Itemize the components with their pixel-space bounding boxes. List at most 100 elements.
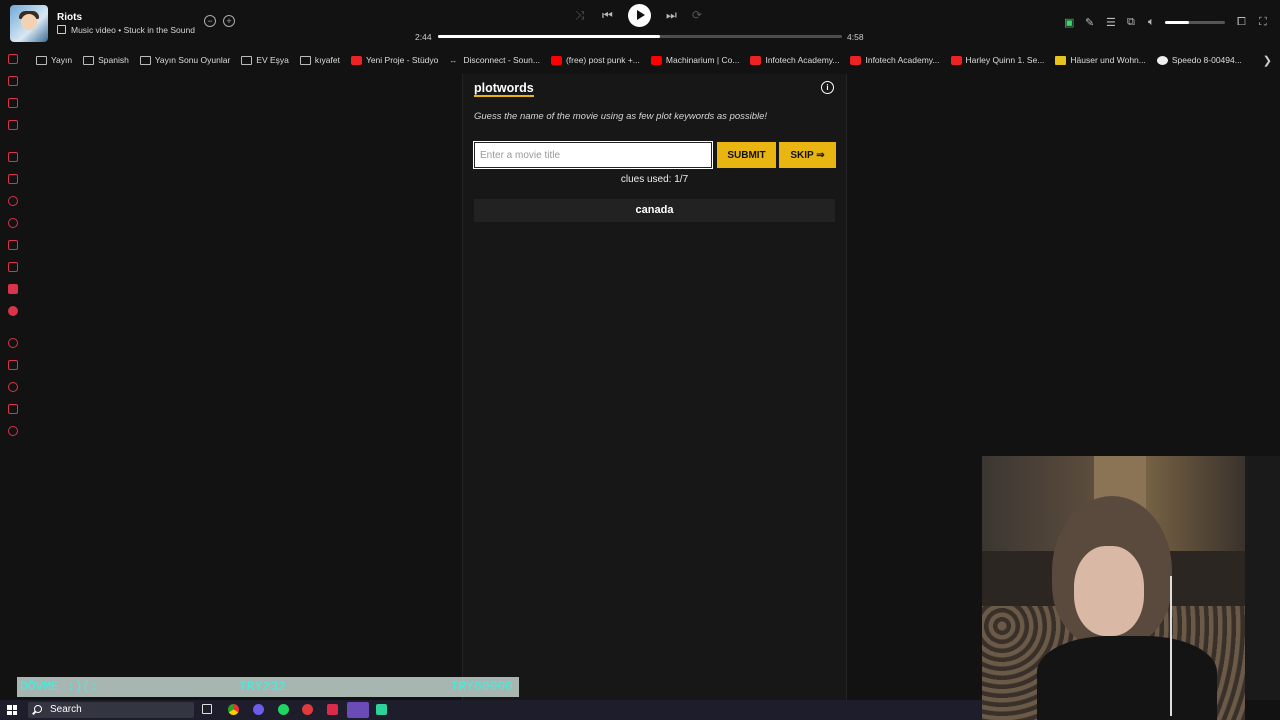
sidebar-app-icon[interactable]	[8, 306, 18, 316]
bookmark-label: Speedo 8-00494...	[1171, 55, 1242, 65]
bookmark-label: Infotech Academy...	[765, 55, 840, 65]
progress-bar[interactable]	[438, 35, 842, 38]
folder-icon	[299, 55, 311, 65]
task-view-icon[interactable]	[202, 704, 212, 714]
bookmark-label: Yeni Proje - Stüdyo	[365, 55, 439, 65]
webcam-overlay	[982, 456, 1245, 720]
bookmark-item[interactable]: Harley Quinn 1. Se...	[950, 55, 1044, 65]
settings-icon[interactable]	[8, 426, 18, 436]
bookmark-item[interactable]: kıyafet	[299, 55, 340, 65]
bookmarks-more-icon[interactable]: ❯	[1263, 54, 1272, 67]
volume-icon[interactable]: 🔈︎	[1148, 16, 1155, 29]
yellow-site-icon	[1055, 55, 1067, 65]
instagram-icon[interactable]	[8, 240, 18, 250]
taskbar-search-label: Search	[50, 704, 82, 715]
x-icon[interactable]	[8, 262, 18, 272]
bookmark-label: Häuser und Wohn...	[1070, 55, 1146, 65]
bookmark-item[interactable]: ↔ Disconnect - Soun...	[449, 55, 540, 65]
extensions-icon[interactable]	[8, 404, 18, 414]
bookmark-label: Machinarium | Co...	[665, 55, 740, 65]
total-time: 4:58	[847, 32, 864, 42]
windows-start-icon[interactable]	[7, 705, 17, 715]
bookmark-label: Spanish	[98, 55, 129, 65]
bookmark-item[interactable]: (free) post punk +...	[550, 55, 640, 65]
previous-track-icon[interactable]: ⏮	[602, 8, 613, 23]
chrome-icon[interactable]	[228, 704, 239, 715]
donation-current-amount: TRY232	[239, 679, 286, 694]
spotify-icon[interactable]	[278, 704, 289, 715]
bookmark-label: Disconnect - Soun...	[463, 55, 540, 65]
sidebar-app-icon[interactable]	[8, 120, 18, 130]
donation-goal-bar: DÖVME :)(: TRY232 TRY60000	[17, 677, 519, 697]
lyrics-icon[interactable]: ⧉	[1127, 16, 1135, 29]
skip-button[interactable]: SKIP ⇒	[779, 142, 836, 168]
webcam-person-face	[1074, 546, 1144, 636]
discord-icon[interactable]	[8, 284, 18, 294]
repeat-icon[interactable]: ⟳	[692, 8, 702, 22]
track-subtitle: Music video • Stuck in the Sound	[57, 25, 195, 35]
sidebar-app-icon[interactable]	[8, 76, 18, 86]
volume-fill	[1165, 21, 1189, 24]
history-icon[interactable]	[8, 382, 18, 392]
donation-goal-title: DÖVME :)(:	[20, 679, 99, 694]
red-site-icon	[350, 55, 362, 65]
obs-icon[interactable]	[302, 704, 313, 715]
fullscreen-icon[interactable]: ⛶	[1259, 16, 1267, 29]
cast-icon[interactable]: ▣	[1064, 16, 1074, 29]
zoom-out-icon[interactable]: −	[204, 15, 216, 27]
volume-slider[interactable]	[1165, 21, 1225, 24]
clues-used-counter: clues used: 1/7	[620, 174, 689, 185]
current-time: 2:44	[415, 32, 432, 42]
webcam-side-panel	[1245, 456, 1280, 700]
pin-icon[interactable]	[8, 360, 18, 370]
app-icon[interactable]	[327, 704, 338, 715]
sidebar-app-icon[interactable]	[8, 98, 18, 108]
bookmark-item[interactable]: Spanish	[83, 55, 129, 65]
movie-title-input[interactable]	[473, 141, 713, 169]
zoom-in-icon[interactable]: +	[223, 15, 235, 27]
sidebar-app-icon[interactable]	[8, 54, 18, 64]
bookmark-item[interactable]: EV Eşya	[241, 55, 289, 65]
track-title[interactable]: Riots	[57, 12, 82, 23]
album-art-face	[21, 14, 37, 30]
messenger-icon[interactable]	[8, 196, 18, 206]
app-icon[interactable]	[376, 704, 387, 715]
track-subtitle-text[interactable]: Music video • Stuck in the Sound	[71, 25, 195, 35]
bookmark-item[interactable]: Machinarium | Co...	[650, 55, 740, 65]
miniplayer-icon[interactable]: ⧠	[1237, 16, 1246, 29]
whatsapp-icon[interactable]	[8, 218, 18, 228]
info-icon[interactable]: i	[821, 81, 834, 94]
youtube-icon	[650, 55, 662, 65]
bookmark-item[interactable]: Yayın	[36, 55, 72, 65]
tagline: Guess the name of the movie using as few…	[474, 111, 768, 122]
submit-button[interactable]: SUBMIT	[717, 142, 776, 168]
bookmark-item[interactable]: Yeni Proje - Stüdyo	[350, 55, 439, 65]
bookmark-label: EV Eşya	[256, 55, 289, 65]
plotwords-game: plotwords i Guess the name of the movie …	[462, 74, 847, 700]
sidebar-app-icon[interactable]	[8, 174, 18, 184]
youtube-icon	[550, 55, 562, 65]
bookmark-item[interactable]: Speedo 8-00494...	[1156, 55, 1242, 65]
bookmark-item[interactable]: Infotech Academy...	[850, 55, 940, 65]
play-circle-icon[interactable]	[8, 338, 18, 348]
discord-taskbar-icon[interactable]	[253, 704, 264, 715]
folder-icon	[36, 55, 47, 65]
shuffle-icon[interactable]: ⤨	[575, 8, 585, 23]
bookmark-item[interactable]: Yayın Sonu Oyunlar	[139, 55, 230, 65]
twitch-app-icon[interactable]	[347, 702, 369, 718]
bookmark-item[interactable]: Infotech Academy...	[750, 55, 839, 65]
queue-icon[interactable]: ☰	[1106, 16, 1116, 29]
folder-icon	[83, 55, 95, 65]
next-track-icon[interactable]: ⏭	[666, 8, 677, 23]
edit-icon[interactable]: ✎	[1085, 16, 1094, 29]
plotwords-logo[interactable]: plotwords	[474, 82, 534, 97]
album-art[interactable]	[10, 5, 48, 42]
bookmark-label: Infotech Academy...	[865, 55, 940, 65]
play-button[interactable]	[628, 4, 651, 27]
donation-target-amount: TRY60000	[450, 679, 513, 694]
progress-fill	[438, 35, 661, 38]
browser-sidebar	[0, 48, 28, 668]
bookmark-item[interactable]: Häuser und Wohn...	[1055, 55, 1146, 65]
taskbar-search[interactable]: Search	[28, 702, 194, 718]
sidebar-app-icon[interactable]	[8, 152, 18, 162]
